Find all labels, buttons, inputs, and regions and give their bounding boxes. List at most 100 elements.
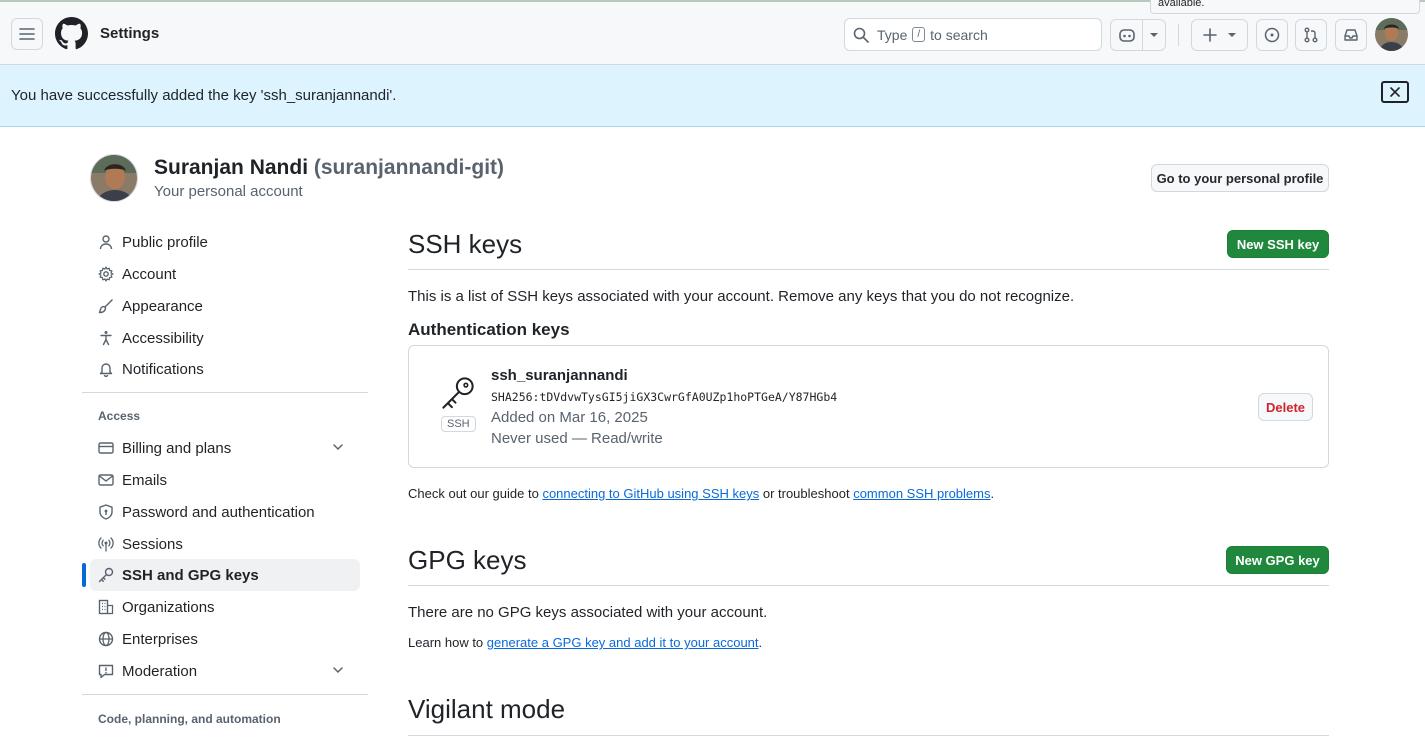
sidebar-item-sessions[interactable]: Sessions	[90, 528, 360, 560]
key-type-badge: SSH	[441, 416, 476, 432]
section-divider	[408, 735, 1329, 736]
sidebar-item-label: Accessibility	[122, 329, 204, 347]
search-input[interactable]: Type / to search	[844, 18, 1102, 51]
ssh-key-name: ssh_suranjannandi	[491, 367, 628, 384]
key-icon	[98, 567, 114, 583]
sidebar-item-account[interactable]: Account	[90, 258, 360, 290]
new-gpg-key-button[interactable]: New GPG key	[1226, 546, 1329, 574]
ssh-key-list-item	[408, 345, 1329, 468]
user-display-name: Suranjan Nandi (suranjannandi-git)	[154, 156, 504, 180]
ssh-guide-text: Check out our guide to connecting to Git…	[408, 486, 994, 501]
delete-key-button[interactable]: Delete	[1258, 393, 1313, 421]
go-to-profile-button[interactable]: Go to your personal profile	[1151, 164, 1329, 192]
chevron-down-icon	[1227, 33, 1236, 37]
avatar[interactable]	[90, 154, 138, 202]
issues-button[interactable]	[1256, 19, 1288, 51]
learn-prefix: Learn how to	[408, 635, 484, 650]
accessibility-icon	[100, 331, 112, 346]
sidebar-item-emails[interactable]: Emails	[90, 464, 360, 496]
section-divider	[408, 585, 1329, 586]
sidebar-item-notifications[interactable]: Notifications	[90, 353, 360, 385]
avatar-image-icon	[1375, 18, 1408, 51]
inbox-icon	[1344, 29, 1358, 41]
header-divider	[1178, 24, 1179, 46]
sidebar-item-label: Organizations	[122, 598, 215, 616]
sidebar-item-label: Account	[122, 265, 177, 283]
sidebar-item-appearance[interactable]: Appearance	[90, 290, 360, 322]
sidebar-item-label: Appearance	[122, 297, 203, 315]
dismiss-flash-button[interactable]	[1381, 81, 1409, 103]
sidebar-item-billing[interactable]: Billing and plans	[90, 432, 360, 464]
sidebar-item-ssh-gpg-keys[interactable]: SSH and GPG keys	[90, 559, 360, 591]
chevron-down-icon	[333, 667, 343, 674]
create-new-button[interactable]	[1191, 19, 1248, 51]
sidebar-item-public-profile[interactable]: Public profile	[90, 226, 360, 258]
sidebar-item-label: Public profile	[122, 233, 208, 251]
sidebar-item-moderation[interactable]: Moderation	[90, 655, 360, 687]
sidebar-item-label: Emails	[122, 471, 168, 489]
authentication-keys-heading: Authentication keys	[408, 320, 570, 339]
globe-icon	[98, 631, 114, 647]
issue-opened-icon	[1264, 27, 1280, 43]
pull-requests-button[interactable]	[1295, 19, 1327, 51]
report-icon	[98, 664, 114, 679]
inbox-button[interactable]	[1335, 19, 1367, 51]
page-context-title[interactable]: Settings	[100, 25, 159, 42]
account-type-label: Your personal account	[154, 183, 303, 200]
sidebar-divider	[82, 392, 368, 393]
sidebar-item-accessibility[interactable]: Accessibility	[90, 322, 360, 354]
ssh-guide-link[interactable]: connecting to GitHub using SSH keys	[542, 486, 759, 501]
gear-icon	[98, 266, 114, 282]
guide-end: .	[990, 486, 995, 501]
github-logo-icon[interactable]	[55, 17, 88, 50]
gpg-empty-message: There are no GPG keys associated with yo…	[408, 604, 768, 621]
git-pull-request-icon	[1304, 27, 1318, 43]
close-icon	[1390, 87, 1400, 97]
ssh-keys-title: SSH keys	[408, 229, 523, 259]
avatar-image-icon	[91, 155, 137, 201]
copilot-icon	[1118, 29, 1135, 42]
chevron-down-icon	[333, 444, 343, 451]
new-ssh-key-button[interactable]: New SSH key	[1227, 230, 1329, 258]
search-suffix: to search	[930, 26, 988, 43]
user-login-text: (suranjannandi-git)	[313, 156, 505, 179]
user-name-text: Suranjan Nandi	[154, 156, 309, 179]
guide-middle: or troubleshoot	[762, 486, 850, 501]
sidebar-item-label: Billing and plans	[122, 439, 232, 457]
open-menu-button[interactable]	[11, 18, 43, 50]
plus-icon	[1202, 28, 1217, 42]
sidebar-item-organizations[interactable]: Organizations	[90, 591, 360, 623]
success-flash-banner: You have successfully added the key 'ssh…	[0, 65, 1425, 127]
paintbrush-icon	[98, 299, 113, 314]
ssh-key-fingerprint: SHA256:tDVdvwTysGI5jiGX3CwrGfA0UZp1hoPTG…	[491, 390, 838, 404]
broadcast-icon	[98, 537, 114, 552]
gpg-guide-link[interactable]: generate a GPG key and add it to your ac…	[487, 635, 759, 650]
search-prefix: Type	[877, 26, 908, 43]
bell-icon	[99, 363, 113, 377]
tooltip: available.	[1150, 0, 1420, 14]
sidebar-item-label: Notifications	[122, 360, 204, 378]
sidebar-divider	[82, 694, 368, 695]
ssh-key-added-date: Added on Mar 16, 2025	[491, 409, 648, 426]
flash-message: You have successfully added the key 'ssh…	[11, 87, 397, 104]
hamburger-icon	[19, 28, 35, 40]
ssh-description: This is a list of SSH keys associated wi…	[408, 288, 1075, 305]
tooltip-text: available.	[1158, 0, 1205, 9]
credit-card-icon	[98, 442, 114, 454]
sidebar-item-enterprises[interactable]: Enterprises	[90, 623, 360, 655]
section-divider	[408, 269, 1329, 270]
chevron-down-icon	[1149, 33, 1158, 37]
copilot-button[interactable]	[1110, 19, 1166, 51]
sidebar-item-label: Password and authentication	[122, 503, 315, 521]
ssh-problems-link[interactable]: common SSH problems	[853, 486, 990, 501]
user-avatar-menu[interactable]	[1375, 18, 1408, 51]
sidebar-item-label: Sessions	[122, 535, 183, 553]
sidebar-item-password-auth[interactable]: Password and authentication	[90, 496, 360, 528]
gpg-learn-text: Learn how to generate a GPG key and add …	[408, 635, 762, 650]
organization-icon	[98, 599, 114, 615]
sidebar-item-label: SSH and GPG keys	[122, 566, 259, 584]
sidebar-heading-code: Code, planning, and automation	[98, 712, 281, 726]
vigilant-mode-title: Vigilant mode	[408, 694, 566, 724]
guide-prefix: Check out our guide to	[408, 486, 539, 501]
key-icon	[440, 375, 476, 414]
